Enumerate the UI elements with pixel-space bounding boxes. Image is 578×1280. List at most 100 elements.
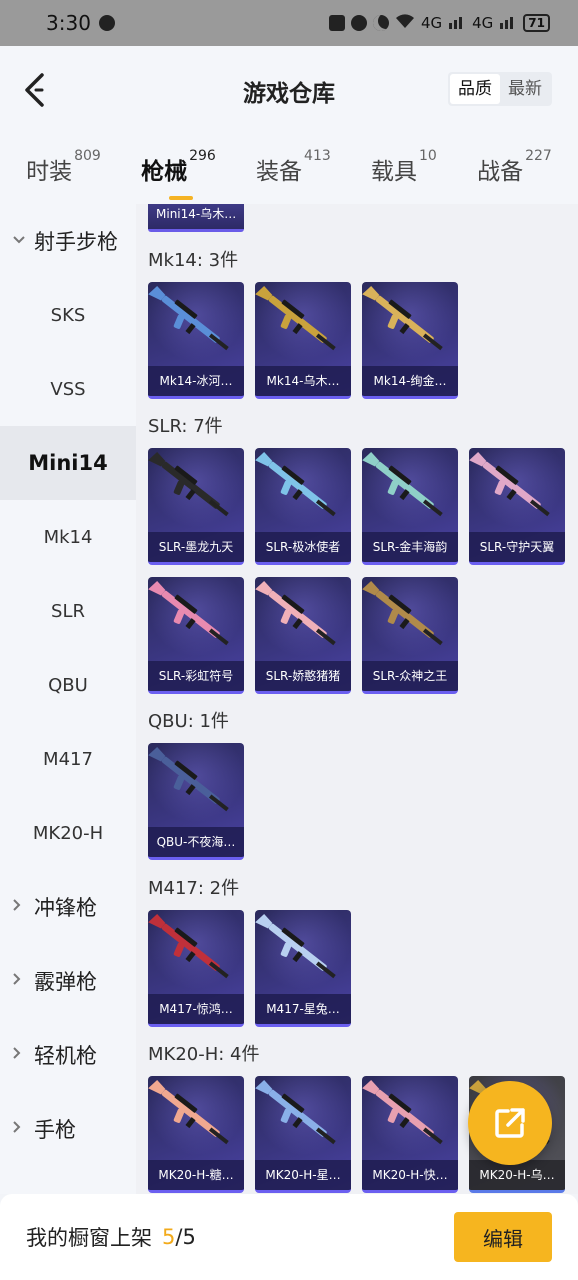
- chevron-right-icon: [12, 1046, 30, 1064]
- item-name: Mk14-乌木…: [255, 366, 351, 396]
- sidebar-item[interactable]: 射手步枪: [0, 204, 136, 278]
- item-card[interactable]: SLR-金丰海韵: [362, 448, 458, 565]
- item-card[interactable]: Mk14-绚金…: [362, 282, 458, 399]
- showcase-bar: 我的橱窗上架 5 /5 编辑: [0, 1194, 578, 1280]
- sidebar-item-label: QBU: [48, 674, 88, 696]
- item-card[interactable]: Mk14-乌木…: [255, 282, 351, 399]
- rifle-icon: [148, 581, 229, 646]
- chevron-right-icon: [12, 898, 30, 916]
- active-tab-indicator: [169, 196, 194, 200]
- item-card[interactable]: SLR-守护天翼: [469, 448, 565, 565]
- section-title: MK20-H: 4件: [148, 1044, 260, 1065]
- sidebar-item[interactable]: M417: [0, 722, 136, 796]
- sidebar-item-label: Mk14: [43, 526, 93, 548]
- item-name: QBU-不夜海…: [148, 827, 244, 857]
- showcase-total: /5: [175, 1225, 196, 1249]
- item-card[interactable]: Mk14-冰河…: [148, 282, 244, 399]
- rifle-icon: [255, 286, 336, 351]
- chevron-down-icon: [12, 233, 30, 249]
- battery-indicator: 71: [523, 14, 550, 32]
- tab-count: 10: [419, 148, 437, 164]
- sidebar-item[interactable]: SLR: [0, 574, 136, 648]
- item-name: MK20-H-快…: [362, 1160, 458, 1190]
- showcase-label: 我的橱窗上架: [26, 1226, 152, 1250]
- sidebar-item[interactable]: 轻机枪: [0, 1018, 136, 1092]
- item-card[interactable]: QBU-不夜海…: [148, 743, 244, 860]
- status-bar: 3:30 4G 4G 71: [0, 0, 578, 46]
- item-name: Mk14-冰河…: [148, 366, 244, 396]
- sidebar-item[interactable]: Mk14: [0, 500, 136, 574]
- item-name: Mk14-绚金…: [362, 366, 458, 396]
- rifle-icon: [362, 286, 443, 351]
- tab-1[interactable]: 枪械296: [141, 148, 216, 200]
- tab-label: 枪械: [141, 159, 188, 185]
- item-card[interactable]: M417-星兔…: [255, 910, 351, 1027]
- rifle-icon: [255, 581, 336, 646]
- rifle-icon: [148, 747, 229, 812]
- rifle-icon: [148, 452, 229, 517]
- sidebar-item[interactable]: 手枪: [0, 1092, 136, 1166]
- sidebar-item-label: MK20-H: [32, 822, 104, 844]
- item-name: MK20-H-乌…: [469, 1160, 565, 1190]
- item-card[interactable]: MK20-H-星…: [255, 1076, 351, 1193]
- network-label-b: 4G: [472, 14, 494, 32]
- tab-label: 载具: [371, 159, 418, 185]
- item-card[interactable]: M417-惊鸿…: [148, 910, 244, 1027]
- sidebar-item-label: 手枪: [34, 1118, 76, 1142]
- item-name: M417-星兔…: [255, 994, 351, 1024]
- item-card[interactable]: SLR-娇憨猪猪: [255, 577, 351, 694]
- header: 游戏仓库 品质 最新: [0, 46, 578, 134]
- item-name: MK20-H-星…: [255, 1160, 351, 1190]
- chevron-right-icon: [12, 972, 30, 990]
- item-name: SLR-金丰海韵: [362, 532, 458, 562]
- tab-0[interactable]: 时装809: [26, 148, 101, 186]
- sidebar-item[interactable]: QBU: [0, 648, 136, 722]
- sidebar-item-label: SLR: [51, 600, 85, 622]
- edit-button[interactable]: 编辑: [454, 1212, 552, 1262]
- sidebar-item[interactable]: MK20-H: [0, 796, 136, 870]
- tab-count: 227: [525, 148, 552, 164]
- tab-3[interactable]: 载具10: [371, 148, 437, 186]
- item-card[interactable]: SLR-极冰使者: [255, 448, 351, 565]
- item-card[interactable]: MK20-H-快…: [362, 1076, 458, 1193]
- sort-quality-button[interactable]: 品质: [450, 74, 500, 104]
- sidebar-item-label: M417: [43, 748, 93, 770]
- sidebar-item[interactable]: 霰弹枪: [0, 944, 136, 1018]
- item-card[interactable]: SLR-众神之王: [362, 577, 458, 694]
- sidebar-item-label: 射手步枪: [34, 230, 118, 254]
- item-card[interactable]: SLR-彩虹符号: [148, 577, 244, 694]
- sidebar-item-label: SKS: [50, 304, 86, 326]
- item-name: M417-惊鸿…: [148, 994, 244, 1024]
- tab-label: 战备: [477, 159, 524, 185]
- sidebar-item[interactable]: VSS: [0, 352, 136, 426]
- tab-2[interactable]: 装备413: [256, 148, 331, 186]
- item-card[interactable]: Mini14-乌木…: [148, 204, 244, 232]
- alarm-icon: [350, 15, 367, 31]
- sidebar-item[interactable]: SKS: [0, 278, 136, 352]
- tab-4[interactable]: 战备227: [477, 148, 552, 186]
- item-grid: Mini14-乌木… Mk14: 3件 Mk14-冰河… Mk14-乌木… Mk14-…: [136, 204, 578, 1194]
- section-title: M417: 2件: [148, 878, 240, 899]
- item-name: SLR-娇憨猪猪: [255, 661, 351, 691]
- tab-label: 时装: [26, 159, 73, 185]
- item-card[interactable]: SLR-墨龙九天: [148, 448, 244, 565]
- item-name: SLR-极冰使者: [255, 532, 351, 562]
- sidebar-item-label: 霰弹枪: [34, 970, 97, 994]
- sort-newest-button[interactable]: 最新: [500, 74, 550, 104]
- wifi-icon: [395, 13, 415, 33]
- sidebar-item[interactable]: 冲锋枪: [0, 870, 136, 944]
- sort-toggle: 品质 最新: [448, 72, 552, 106]
- tab-label: 装备: [256, 159, 303, 185]
- sidebar-item[interactable]: Mini14: [0, 426, 136, 500]
- rifle-icon: [255, 1080, 336, 1145]
- rifle-icon: [362, 581, 443, 646]
- share-button[interactable]: [468, 1081, 552, 1165]
- chevron-right-icon: [12, 1120, 30, 1138]
- sidebar: 射手步枪 SKS VSS Mini14 Mk14 SLR QBU M417 MK20-H 冲锋枪霰…: [0, 204, 136, 1194]
- signal-icon: [499, 13, 517, 33]
- item-card[interactable]: MK20-H-糖…: [148, 1076, 244, 1193]
- sidebar-item-label: 轻机枪: [34, 1044, 97, 1068]
- category-tabs: 时装809 枪械296 装备413 载具10 战备227: [0, 134, 578, 204]
- section-title: Mk14: 3件: [148, 250, 239, 271]
- rifle-icon: [148, 914, 229, 979]
